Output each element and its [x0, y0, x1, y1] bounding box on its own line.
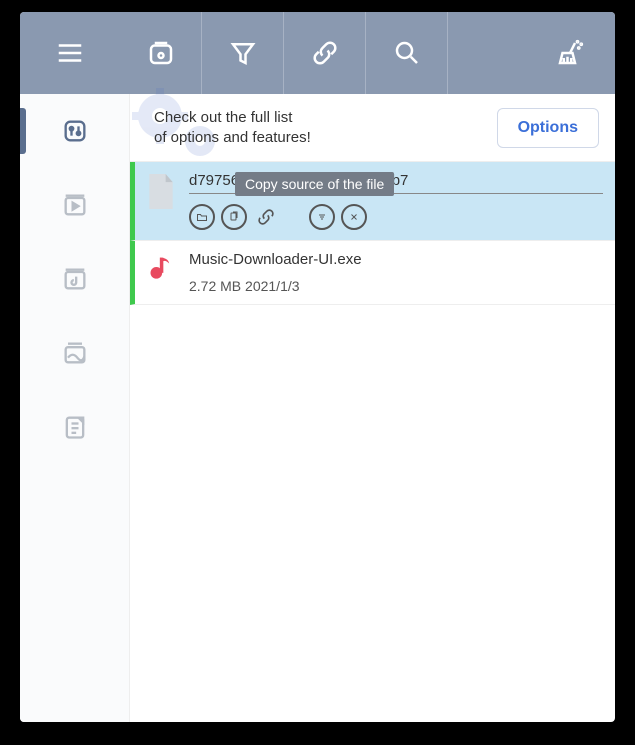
sidebar-item-documents[interactable]	[58, 410, 92, 444]
filter-button[interactable]	[202, 12, 284, 94]
options-button[interactable]: Options	[497, 108, 599, 148]
broom-icon	[555, 38, 585, 68]
left-sidebar	[20, 94, 130, 722]
archive-button[interactable]	[120, 12, 202, 94]
clean-button[interactable]	[525, 12, 615, 94]
music-file-icon	[147, 253, 175, 287]
item-content: Music-Downloader-UI.exe 2.72 MB 2021/1/3	[189, 251, 603, 294]
main-body: Check out the full list of options and f…	[20, 94, 615, 722]
banner-line1: Check out the full list	[154, 109, 292, 126]
search-button[interactable]	[366, 12, 448, 94]
sidebar-item-images[interactable]	[58, 336, 92, 370]
banner-line2: of options and features!	[154, 129, 311, 146]
sidebar-item-video[interactable]	[58, 188, 92, 222]
document-icon	[61, 413, 89, 441]
top-toolbar	[20, 12, 615, 94]
copy-file-button[interactable]	[221, 204, 247, 230]
delete-button[interactable]	[341, 204, 367, 230]
sliders-icon	[61, 117, 89, 145]
image-icon	[61, 339, 89, 367]
download-item[interactable]: Music-Downloader-UI.exe 2.72 MB 2021/1/3	[130, 241, 615, 305]
video-icon	[61, 191, 89, 219]
item-meta: 2.72 MB 2021/1/3	[189, 278, 603, 294]
options-banner: Check out the full list of options and f…	[130, 94, 615, 162]
copy-link-button[interactable]	[253, 204, 279, 230]
open-folder-button[interactable]	[189, 204, 215, 230]
sidebar-item-settings[interactable]	[58, 114, 92, 148]
search-icon	[392, 38, 422, 68]
item-title: Music-Downloader-UI.exe	[189, 251, 603, 272]
link-button[interactable]	[284, 12, 366, 94]
music-icon	[61, 265, 89, 293]
folder-icon	[196, 211, 208, 223]
remove-button[interactable]	[309, 204, 335, 230]
filter-icon	[228, 38, 258, 68]
delete-icon	[348, 211, 360, 223]
app-window: Check out the full list of options and f…	[20, 12, 615, 722]
tooltip: Copy source of the file	[235, 172, 394, 196]
item-size: 2.72 MB	[189, 278, 241, 294]
download-item-selected[interactable]: d79756 c75240ca97a429800bb7	[130, 162, 615, 241]
banner-text: Check out the full list of options and f…	[154, 108, 311, 147]
archive-icon	[146, 38, 176, 68]
item-date: 2021/1/3	[245, 278, 300, 294]
remove-icon	[316, 211, 328, 223]
item-actions	[189, 204, 603, 230]
link-small-icon	[256, 207, 276, 227]
link-icon	[310, 38, 340, 68]
sidebar-item-music[interactable]	[58, 262, 92, 296]
file-icon	[147, 174, 175, 208]
hamburger-icon	[55, 38, 85, 68]
menu-button[interactable]	[20, 12, 120, 94]
copy-icon	[228, 211, 240, 223]
main-content: Check out the full list of options and f…	[130, 94, 615, 722]
